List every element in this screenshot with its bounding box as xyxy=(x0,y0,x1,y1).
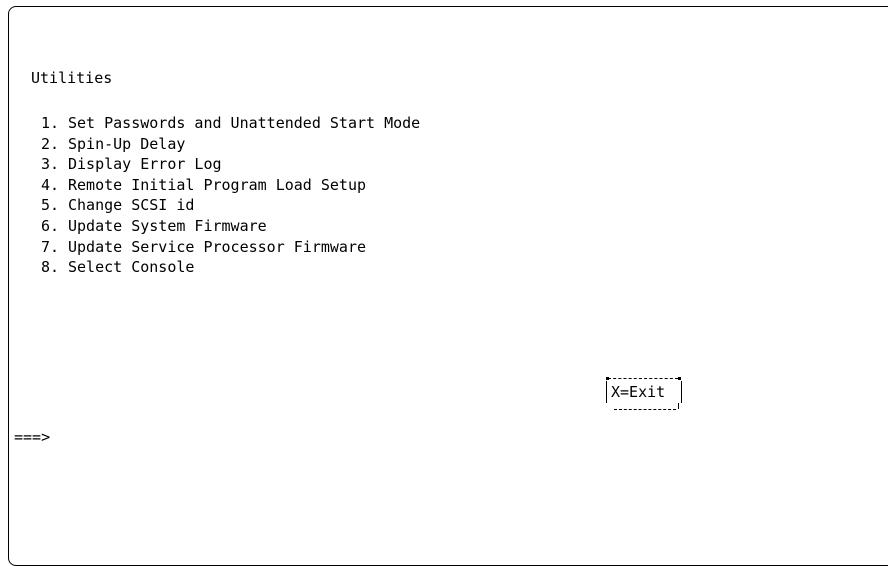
menu-item-set-passwords[interactable]: 1. Set Passwords and Unattended Start Mod… xyxy=(31,113,420,134)
terminal-screen: Utilities 1. Set Passwords and Unattended… xyxy=(8,6,888,566)
box-border-right xyxy=(681,381,682,403)
menu-item-remote-ipl-setup[interactable]: 4. Remote Initial Program Load Setup xyxy=(31,175,420,196)
menu-item-display-error-log[interactable]: 3. Display Error Log xyxy=(31,154,420,175)
menu-item-label: Set Passwords and Unattended Start Mode xyxy=(68,114,421,132)
box-border-top xyxy=(608,378,678,379)
menu-item-update-sp-firmware[interactable]: 7. Update Service Processor Firmware xyxy=(31,237,420,258)
box-border-left xyxy=(606,381,607,403)
box-border-bottom xyxy=(614,409,676,410)
menu-item-number: 3. xyxy=(40,155,59,174)
page-title: Utilities xyxy=(31,69,113,87)
box-corner xyxy=(678,377,681,380)
menu-item-number: 5. xyxy=(40,196,59,215)
menu-item-label: Update Service Processor Firmware xyxy=(68,237,367,256)
menu-item-number: 1. xyxy=(40,114,59,132)
menu-item-label: Spin-Up Delay xyxy=(68,134,186,153)
menu-item-label: Change SCSI id xyxy=(68,196,195,215)
menu-item-label: Remote Initial Program Load Setup xyxy=(68,175,367,194)
command-prompt: ===> xyxy=(14,428,51,446)
menu-item-label: Select Console xyxy=(68,258,195,277)
menu-item-label: Display Error Log xyxy=(68,155,222,174)
menu-item-change-scsi-id[interactable]: 5. Change SCSI id xyxy=(31,195,420,216)
menu-item-number: 4. xyxy=(40,175,59,194)
menu-item-spin-up-delay[interactable]: 2. Spin-Up Delay xyxy=(31,134,420,155)
exit-label: X=Exit xyxy=(611,383,666,401)
utilities-menu: 1. Set Passwords and Unattended Start Mod… xyxy=(31,113,420,278)
menu-item-number: 6. xyxy=(40,216,59,235)
box-corner xyxy=(678,403,679,409)
command-input[interactable] xyxy=(62,426,262,446)
menu-item-select-console[interactable]: 8. Select Console xyxy=(31,257,420,278)
menu-item-number: 7. xyxy=(40,237,59,256)
exit-button[interactable]: X=Exit xyxy=(593,375,699,415)
menu-item-number: 8. xyxy=(40,258,59,277)
menu-item-number: 2. xyxy=(40,134,59,153)
menu-item-update-system-firmware[interactable]: 6. Update System Firmware xyxy=(31,216,420,237)
menu-item-label: Update System Firmware xyxy=(68,216,267,235)
